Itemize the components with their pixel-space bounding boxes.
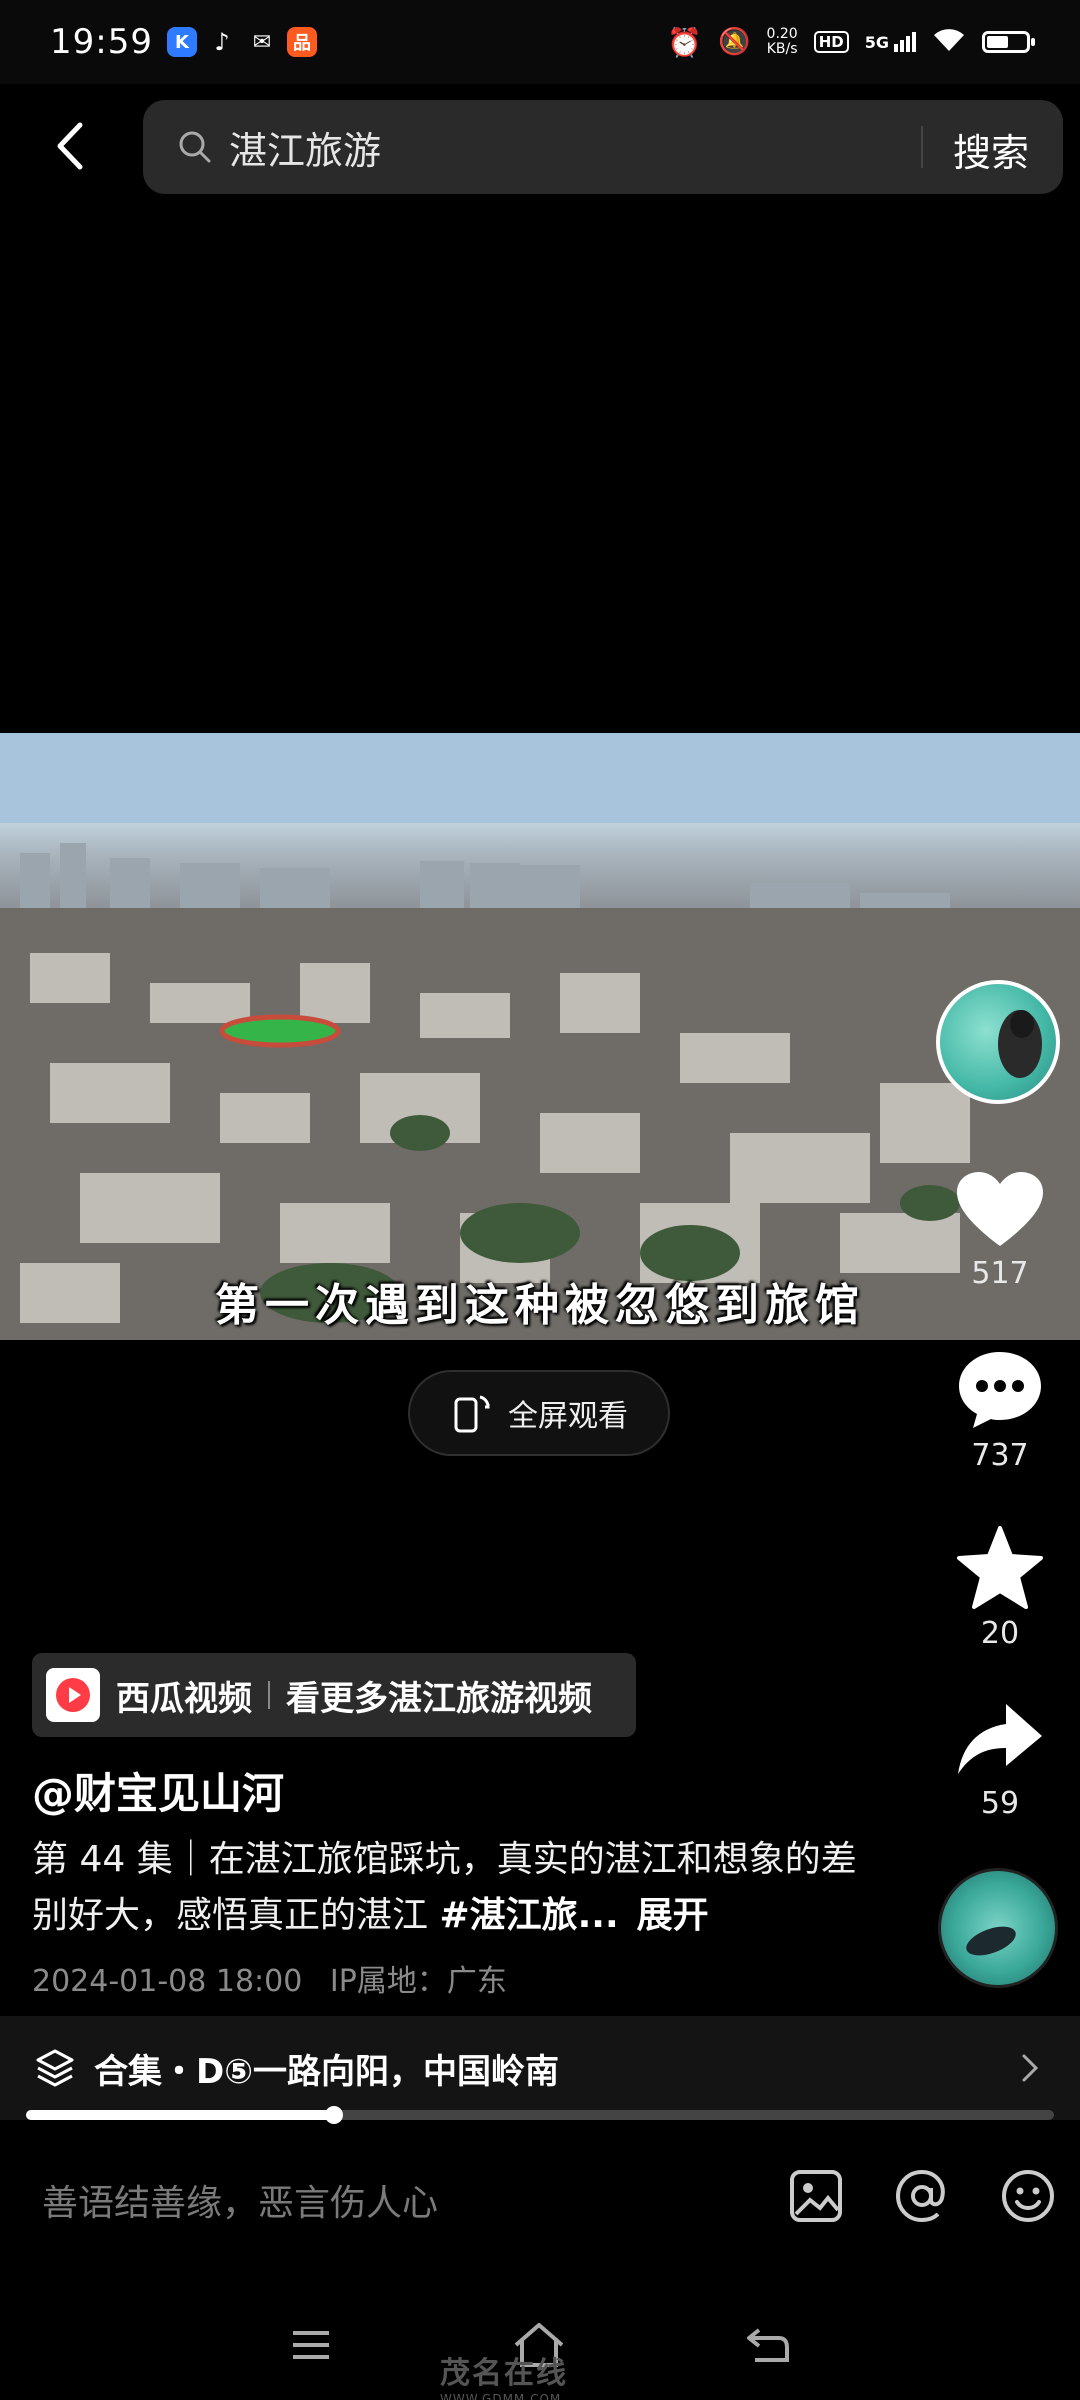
- alarm-icon: ⏰: [667, 25, 703, 59]
- comment-bubble-icon: [959, 1352, 1041, 1428]
- watermark: 茂名在线 WWW.GDMM.COM: [440, 2356, 568, 2400]
- avatar-image: [998, 1010, 1042, 1078]
- comment-count: 737: [971, 1438, 1029, 1473]
- video-description: 第 44 集｜在湛江旅馆踩坑，真实的湛江和想象的差别好大，感悟真正的湛江 #湛江…: [32, 1832, 862, 1944]
- xigua-name: 西瓜视频: [116, 1678, 252, 1719]
- ip-location: IP属地：广东: [329, 1964, 507, 1999]
- net-speed: 0.20 KB/s: [766, 26, 798, 57]
- layers-icon: [36, 2049, 74, 2087]
- status-bar: 19:59 K ♪ ✉ 品 ⏰ 🔕 0.20 KB/s HD 5G: [0, 0, 1080, 84]
- collection-bar[interactable]: 合集・D⑤一路向阳，中国岭南: [0, 2016, 1080, 2120]
- wechat-icon: ✉: [252, 29, 272, 55]
- at-mention-icon[interactable]: [894, 2168, 950, 2224]
- search-header: 湛江旅游 搜索: [0, 100, 1080, 194]
- star-icon: [957, 1526, 1043, 1609]
- search-query: 湛江旅游: [229, 128, 382, 173]
- back-button[interactable]: [40, 116, 100, 176]
- like-count: 517: [971, 1256, 1029, 1291]
- app-k-icon: K: [166, 27, 197, 57]
- status-time: 19:59: [50, 22, 153, 62]
- comment-tools: [788, 2168, 1056, 2224]
- collection-label: 合集・D⑤一路向阳，中国岭南: [94, 2051, 560, 2092]
- video-player[interactable]: 第一次遇到这种被忽悠到旅馆: [0, 733, 1080, 1340]
- heart-icon: [957, 1172, 1043, 1246]
- chevron-right-icon: [1022, 2054, 1039, 2082]
- tiktok-icon: ♪: [214, 28, 230, 56]
- author-name[interactable]: @财宝见山河: [32, 1760, 284, 1821]
- search-button[interactable]: 搜索: [953, 122, 1029, 177]
- chevron-left-icon: [57, 122, 83, 170]
- music-disc-image: [966, 1926, 1016, 1956]
- like-action[interactable]: 517: [940, 1170, 1060, 1291]
- share-action[interactable]: 59: [940, 1700, 1060, 1821]
- xigua-more-link: 看更多湛江旅游视频: [286, 1678, 592, 1719]
- emoji-icon[interactable]: [1000, 2168, 1056, 2224]
- favorite-action[interactable]: 20: [940, 1526, 1060, 1651]
- video-subtitle: 第一次遇到这种被忽悠到旅馆: [215, 1280, 865, 1331]
- menu-icon[interactable]: [289, 2325, 333, 2365]
- image-icon[interactable]: [788, 2168, 844, 2224]
- comment-input[interactable]: 善语结善缘，恶言伤人心: [42, 2174, 438, 2226]
- share-count: 59: [980, 1786, 1020, 1821]
- app-orange-icon: 品: [286, 27, 317, 57]
- comment-bar[interactable]: 善语结善缘，恶言伤人心: [0, 2150, 1080, 2250]
- publish-date: 2024-01-08 18:00: [32, 1964, 303, 1999]
- xigua-logo-icon: [46, 1668, 100, 1722]
- notification-icons: K ♪ ✉ 品: [166, 27, 317, 57]
- signal-icon: 5G: [865, 32, 916, 52]
- back-nav-icon[interactable]: [745, 2324, 791, 2366]
- wifi-icon: [932, 27, 966, 57]
- video-meta: 2024-01-08 18:00 IP属地：广东: [32, 1956, 507, 2000]
- status-indicators: ⏰ 🔕 0.20 KB/s HD 5G: [667, 25, 1035, 59]
- video-progress-bar[interactable]: [26, 2106, 1054, 2124]
- hd-badge: HD: [813, 31, 849, 53]
- fullscreen-button[interactable]: 全屏观看: [408, 1370, 670, 1456]
- search-icon: [179, 131, 211, 163]
- mute-icon: 🔕: [718, 27, 751, 57]
- comment-action[interactable]: 737: [940, 1348, 1060, 1473]
- description-hashtag[interactable]: #湛江旅...: [439, 1895, 618, 1936]
- fullscreen-label: 全屏观看: [508, 1399, 628, 1434]
- rotate-phone-icon: [454, 1395, 490, 1433]
- favorite-count: 20: [980, 1616, 1020, 1651]
- progress-fill: [26, 2110, 335, 2120]
- xigua-separator: [268, 1681, 270, 1709]
- expand-button[interactable]: 展开: [637, 1895, 709, 1936]
- battery-icon: [982, 31, 1035, 53]
- author-avatar[interactable]: [936, 980, 1060, 1104]
- video-frame-city: [0, 733, 1080, 1340]
- progress-thumb[interactable]: [325, 2106, 344, 2124]
- xigua-banner[interactable]: 西瓜视频 看更多湛江旅游视频: [32, 1653, 636, 1737]
- search-divider: [921, 126, 923, 168]
- share-arrow-icon: [958, 1704, 1042, 1774]
- search-input[interactable]: 湛江旅游 搜索: [143, 100, 1063, 194]
- music-disc[interactable]: [938, 1868, 1058, 1988]
